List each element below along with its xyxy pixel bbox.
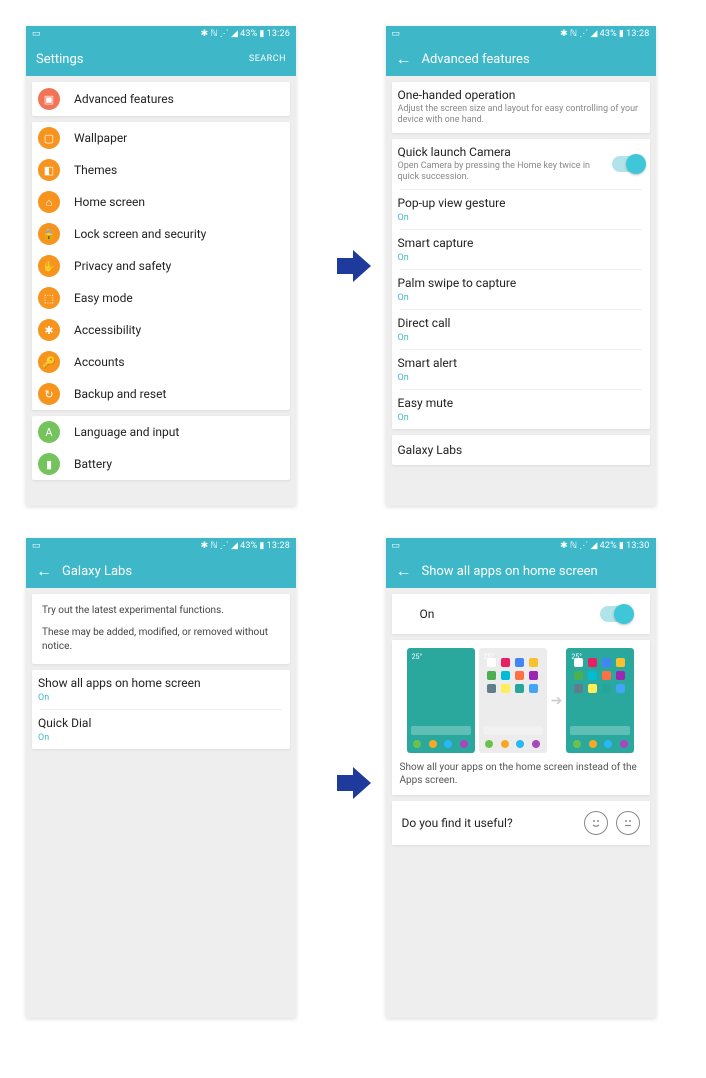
settings-item-lock-screen-and-security[interactable]: 🔒Lock screen and security — [32, 218, 290, 250]
status-bar: ▭ ✱ℕ⋰◢ 43%▮ 13:28 — [26, 538, 296, 554]
header: ← Show all apps on home screen — [386, 554, 656, 588]
header: ← Galaxy Labs — [26, 554, 296, 588]
labs-item-quick-dial[interactable]: Quick DialOn — [32, 710, 290, 749]
settings-icon: 🔒 — [38, 223, 60, 245]
feature-pop-up-view-gesture[interactable]: Pop-up view gestureOn — [392, 190, 650, 229]
page-title: Settings — [36, 52, 83, 67]
back-button[interactable]: ← — [396, 563, 412, 579]
bluetooth-icon: ✱ — [201, 29, 209, 39]
feedback-neutral-button[interactable] — [616, 811, 640, 835]
settings-icon: A — [38, 421, 60, 443]
settings-item-advanced-features[interactable]: ▣ Advanced features — [32, 82, 290, 116]
battery-pct: 43% — [240, 29, 257, 39]
labs-intro: Try out the latest experimental function… — [32, 594, 290, 664]
settings-icon: ▮ — [38, 453, 60, 475]
back-button[interactable]: ← — [36, 563, 52, 579]
one-handed-operation[interactable]: One-handed operation Adjust the screen s… — [392, 82, 650, 133]
settings-icon: ▢ — [38, 127, 60, 149]
status-bar: ▭ ✱ℕ⋰◢ 42%▮ 13:30 — [386, 538, 656, 554]
master-toggle-row[interactable]: On — [392, 594, 650, 634]
settings-icon: ◧ — [38, 159, 60, 181]
header: Settings SEARCH — [26, 42, 296, 76]
quick-launch-camera[interactable]: Quick launch Camera Open Camera by press… — [392, 139, 650, 190]
settings-icon: ✋ — [38, 255, 60, 277]
mute-icon: ℕ — [210, 29, 217, 39]
page-title: Show all apps on home screen — [422, 564, 598, 579]
phone-galaxy-labs: ▭ ✱ℕ⋰◢ 43%▮ 13:28 ← Galaxy Labs Try out … — [26, 538, 296, 1018]
clock: 13:26 — [267, 29, 290, 39]
settings-item-themes[interactable]: ◧Themes — [32, 154, 290, 186]
quick-launch-camera-toggle[interactable] — [612, 156, 644, 172]
header: ← Advanced features — [386, 42, 656, 76]
settings-item-language-and-input[interactable]: ALanguage and input — [32, 416, 290, 448]
signal-icon: ◢ — [231, 29, 238, 39]
notification-icon: ▭ — [392, 29, 401, 39]
feature-palm-swipe-to-capture[interactable]: Palm swipe to captureOn — [392, 270, 650, 309]
settings-item-wallpaper[interactable]: ▢Wallpaper — [32, 122, 290, 154]
feedback-row: Do you find it useful? — [392, 801, 650, 845]
search-button[interactable]: SEARCH — [249, 54, 286, 64]
preview-illustration: 25°25°➔25° Show all your apps on the hom… — [392, 640, 650, 795]
status-bar: ▭ ✱ ℕ ⋰ ◢ 43% ▮ 13:26 — [26, 26, 296, 42]
feature-smart-alert[interactable]: Smart alertOn — [392, 350, 650, 389]
settings-item-home-screen[interactable]: ⌂Home screen — [32, 186, 290, 218]
settings-icon: 🔑 — [38, 351, 60, 373]
settings-icon: ✱ — [38, 319, 60, 341]
master-toggle[interactable] — [600, 606, 632, 622]
galaxy-labs[interactable]: Galaxy Labs — [392, 435, 650, 465]
labs-item-show-all-apps-on-home-screen[interactable]: Show all apps on home screenOn — [32, 670, 290, 709]
feature-easy-mute[interactable]: Easy muteOn — [392, 390, 650, 429]
settings-item-privacy-and-safety[interactable]: ✋Privacy and safety — [32, 250, 290, 282]
feature-direct-call[interactable]: Direct callOn — [392, 310, 650, 349]
advanced-features-icon: ▣ — [38, 88, 60, 110]
settings-icon: ↻ — [38, 383, 60, 405]
flow-arrow-icon — [333, 246, 373, 286]
feature-smart-capture[interactable]: Smart captureOn — [392, 230, 650, 269]
settings-icon: ⬚ — [38, 287, 60, 309]
settings-icon: ⌂ — [38, 191, 60, 213]
settings-item-easy-mode[interactable]: ⬚Easy mode — [32, 282, 290, 314]
settings-item-battery[interactable]: ▮Battery — [32, 448, 290, 480]
page-title: Advanced features — [422, 52, 530, 67]
page-title: Galaxy Labs — [62, 564, 132, 579]
back-button[interactable]: ← — [396, 51, 412, 67]
flow-arrow-icon — [333, 763, 373, 803]
notification-icon: ▭ — [32, 29, 41, 39]
battery-icon: ▮ — [259, 29, 264, 39]
settings-item-accounts[interactable]: 🔑Accounts — [32, 346, 290, 378]
phone-settings: ▭ ✱ ℕ ⋰ ◢ 43% ▮ 13:26 Settings SEARCH ▣ … — [26, 26, 296, 506]
settings-item-accessibility[interactable]: ✱Accessibility — [32, 314, 290, 346]
feedback-happy-button[interactable] — [584, 811, 608, 835]
status-bar: ▭ ✱ℕ⋰◢ 43%▮ 13:28 — [386, 26, 656, 42]
settings-item-backup-and-reset[interactable]: ↻Backup and reset — [32, 378, 290, 410]
phone-advanced-features: ▭ ✱ℕ⋰◢ 43%▮ 13:28 ← Advanced features On… — [386, 26, 656, 506]
phone-show-all-apps: ▭ ✱ℕ⋰◢ 42%▮ 13:30 ← Show all apps on hom… — [386, 538, 656, 1018]
wifi-icon: ⋰ — [220, 29, 229, 39]
